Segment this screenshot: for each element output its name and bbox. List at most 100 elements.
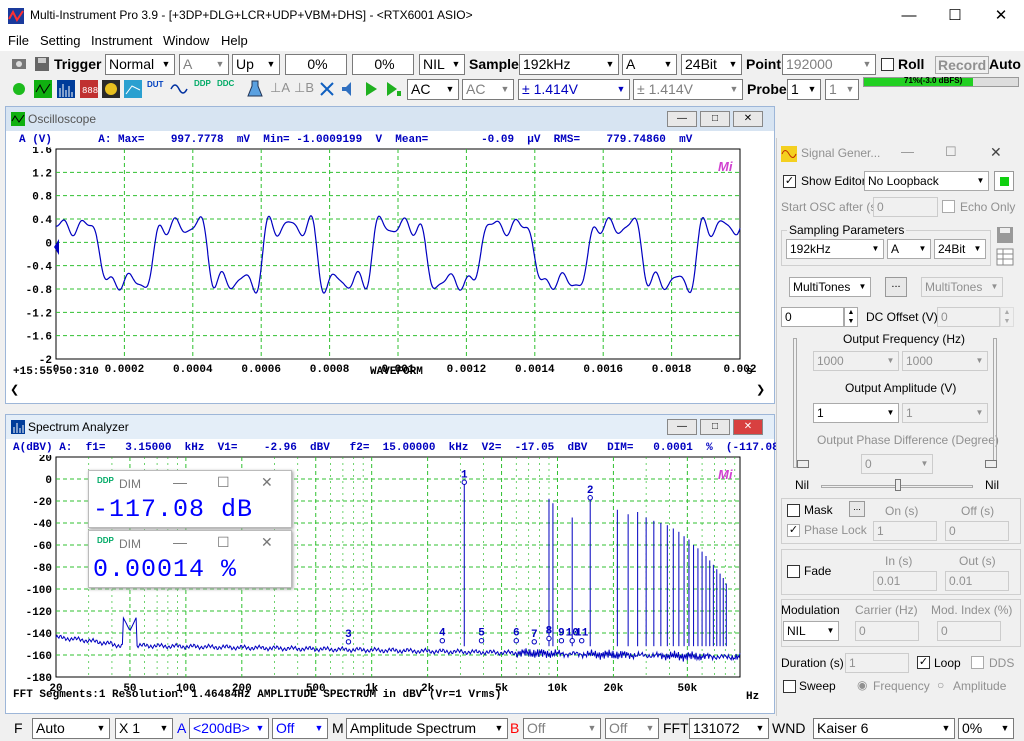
gear-icon[interactable] bbox=[10, 56, 28, 72]
close-icon[interactable]: ✕ bbox=[733, 419, 763, 435]
right-slider-thumb[interactable] bbox=[985, 460, 997, 468]
dut-icon[interactable]: DUT bbox=[147, 80, 167, 98]
play-icon[interactable] bbox=[364, 81, 378, 97]
echo-only-checkbox[interactable] bbox=[942, 200, 955, 213]
b-marker-icon[interactable]: ⊥B bbox=[294, 80, 314, 96]
oscilloscope-icon[interactable] bbox=[34, 80, 52, 98]
table-icon[interactable] bbox=[996, 248, 1014, 266]
scroll-right-icon[interactable]: ❯ bbox=[756, 383, 765, 396]
multimeter-icon[interactable]: 888 bbox=[80, 80, 98, 98]
oscilloscope-plot[interactable]: 1.61.20.80.40-0.4-0.8-1.2-1.6-20 0.0002 0.… bbox=[6, 147, 774, 403]
freq2-select[interactable]: 1000 ▼ bbox=[902, 351, 988, 371]
dds-checkbox[interactable] bbox=[971, 656, 984, 669]
minimize-icon[interactable]: — bbox=[886, 0, 932, 32]
zoom-select[interactable]: X 1 ▼ bbox=[115, 718, 173, 739]
trigger-edge-select[interactable]: Up ▼ bbox=[232, 54, 280, 75]
left-slider-thumb[interactable] bbox=[797, 460, 809, 468]
waveform-edit-button[interactable]: ... bbox=[885, 277, 907, 297]
trigger-mode-select[interactable]: Normal ▼ bbox=[105, 54, 175, 75]
scroll-left-icon[interactable]: ❮ bbox=[10, 383, 19, 396]
a-marker-icon[interactable]: ⊥A bbox=[270, 80, 290, 96]
play-once-icon[interactable] bbox=[386, 81, 402, 97]
menu-window[interactable]: Window bbox=[163, 33, 209, 48]
probe-b-select[interactable]: 1 ▼ bbox=[825, 79, 859, 100]
dim-window-percent[interactable]: DDP DIM — ☐ ✕ 0.00014 % bbox=[88, 530, 292, 588]
close-icon[interactable]: ✕ bbox=[990, 144, 1002, 161]
flask-icon[interactable] bbox=[247, 80, 263, 98]
speaker-icon[interactable] bbox=[340, 80, 358, 98]
channel-select[interactable]: A ▼ bbox=[622, 54, 677, 75]
tools-icon[interactable] bbox=[318, 80, 336, 98]
record-dot-icon[interactable] bbox=[12, 82, 26, 96]
mask-on-input[interactable]: 1 bbox=[873, 521, 937, 541]
gen-bits-select[interactable]: 24Bit ▼ bbox=[934, 239, 986, 259]
mask-checkbox[interactable] bbox=[787, 504, 800, 517]
waveform-select[interactable]: MultiTones ▼ bbox=[789, 277, 871, 297]
coupling-a-select[interactable]: AC ▼ bbox=[407, 79, 459, 100]
dc-offset2-input[interactable]: 0 bbox=[937, 307, 1000, 327]
minimize-icon[interactable]: — bbox=[667, 419, 697, 435]
window-function-select[interactable]: Kaiser 6 ▼ bbox=[813, 718, 955, 739]
nil-select[interactable]: NIL ▼ bbox=[419, 54, 465, 75]
right-level-slider[interactable] bbox=[993, 338, 997, 468]
balance-slider-thumb[interactable] bbox=[895, 479, 901, 491]
dim-window-db[interactable]: DDP DIM — ☐ ✕ -117.08 dB bbox=[88, 470, 292, 528]
fade-out-input[interactable]: 0.01 bbox=[945, 571, 1009, 591]
minimize-icon[interactable]: — bbox=[667, 111, 697, 127]
fft-size-select[interactable]: 131072 ▼ bbox=[689, 718, 769, 739]
save-icon[interactable] bbox=[33, 56, 51, 72]
trigger-level-stepper[interactable]: 0% bbox=[285, 54, 347, 75]
generator-start-button[interactable] bbox=[994, 171, 1014, 191]
menu-setting[interactable]: Setting bbox=[40, 33, 80, 48]
maximize-icon[interactable]: ☐ bbox=[217, 534, 230, 551]
left-level-slider[interactable] bbox=[793, 338, 797, 468]
phase-plot-icon[interactable] bbox=[124, 80, 142, 98]
signal-generator-icon[interactable] bbox=[170, 80, 188, 98]
menu-help[interactable]: Help bbox=[221, 33, 248, 48]
mask-off-input[interactable]: 0 bbox=[945, 521, 1009, 541]
menu-file[interactable]: File bbox=[8, 33, 29, 48]
waveform2-select[interactable]: MultiTones ▼ bbox=[921, 277, 1003, 297]
dc-offset-spinner[interactable]: ▲ ▼ bbox=[844, 307, 858, 327]
point-select[interactable]: 192000 ▼ bbox=[782, 54, 876, 75]
start-osc-input[interactable]: 0 bbox=[873, 197, 938, 217]
amplitude-radio-icon[interactable]: ○ bbox=[937, 678, 944, 692]
a-range-select[interactable]: <200dB> ▼ bbox=[189, 718, 269, 739]
f-mode-select[interactable]: Auto ▼ bbox=[32, 718, 110, 739]
maximize-icon[interactable]: □ bbox=[700, 111, 730, 127]
freq1-select[interactable]: 1000 ▼ bbox=[813, 351, 899, 371]
duration-input[interactable]: 1 bbox=[845, 653, 909, 673]
spectrum-analyzer-icon[interactable] bbox=[57, 80, 75, 98]
minimize-icon[interactable]: — bbox=[173, 474, 187, 490]
record-button[interactable]: Record bbox=[935, 56, 990, 74]
fade-in-input[interactable]: 0.01 bbox=[873, 571, 937, 591]
maximize-icon[interactable]: ☐ bbox=[217, 474, 230, 491]
range-a-select[interactable]: ± 1.414V ▼ bbox=[518, 79, 630, 100]
fade-checkbox[interactable] bbox=[787, 565, 800, 578]
pretrigger-stepper[interactable]: 0% bbox=[352, 54, 414, 75]
phase-lock-checkbox[interactable]: ✓ bbox=[787, 524, 800, 537]
spectrum-3d-icon[interactable] bbox=[102, 80, 120, 98]
loopback-select[interactable]: No Loopback ▼ bbox=[864, 171, 989, 191]
dc-offset-input[interactable]: 0 bbox=[781, 307, 844, 327]
loop-checkbox[interactable]: ✓ bbox=[917, 656, 930, 669]
a-off-select[interactable]: Off ▼ bbox=[272, 718, 328, 739]
close-icon[interactable]: ✕ bbox=[978, 0, 1024, 32]
close-icon[interactable]: ✕ bbox=[261, 474, 273, 491]
coupling-b-select[interactable]: AC ▼ bbox=[462, 79, 514, 100]
ddc-icon[interactable]: DDC bbox=[217, 79, 237, 99]
carrier-input[interactable]: 0 bbox=[855, 621, 919, 641]
save-icon[interactable] bbox=[996, 226, 1014, 244]
maximize-icon[interactable]: □ bbox=[700, 419, 730, 435]
maximize-icon[interactable]: ☐ bbox=[945, 144, 957, 160]
bits-select[interactable]: 24Bit ▼ bbox=[681, 54, 742, 75]
measurement-mode-select[interactable]: Amplitude Spectrum ▼ bbox=[346, 718, 508, 739]
frequency-radio-icon[interactable]: ◉ bbox=[857, 678, 867, 692]
amp1-select[interactable]: 1 ▼ bbox=[813, 403, 899, 423]
show-editor-checkbox[interactable]: ✓ bbox=[783, 175, 796, 188]
range-b-select[interactable]: ± 1.414V ▼ bbox=[633, 79, 743, 100]
roll-checkbox[interactable] bbox=[881, 58, 894, 71]
sweep-checkbox[interactable] bbox=[783, 680, 796, 693]
gen-channel-select[interactable]: A ▼ bbox=[887, 239, 931, 259]
maximize-icon[interactable]: ☐ bbox=[932, 0, 978, 32]
